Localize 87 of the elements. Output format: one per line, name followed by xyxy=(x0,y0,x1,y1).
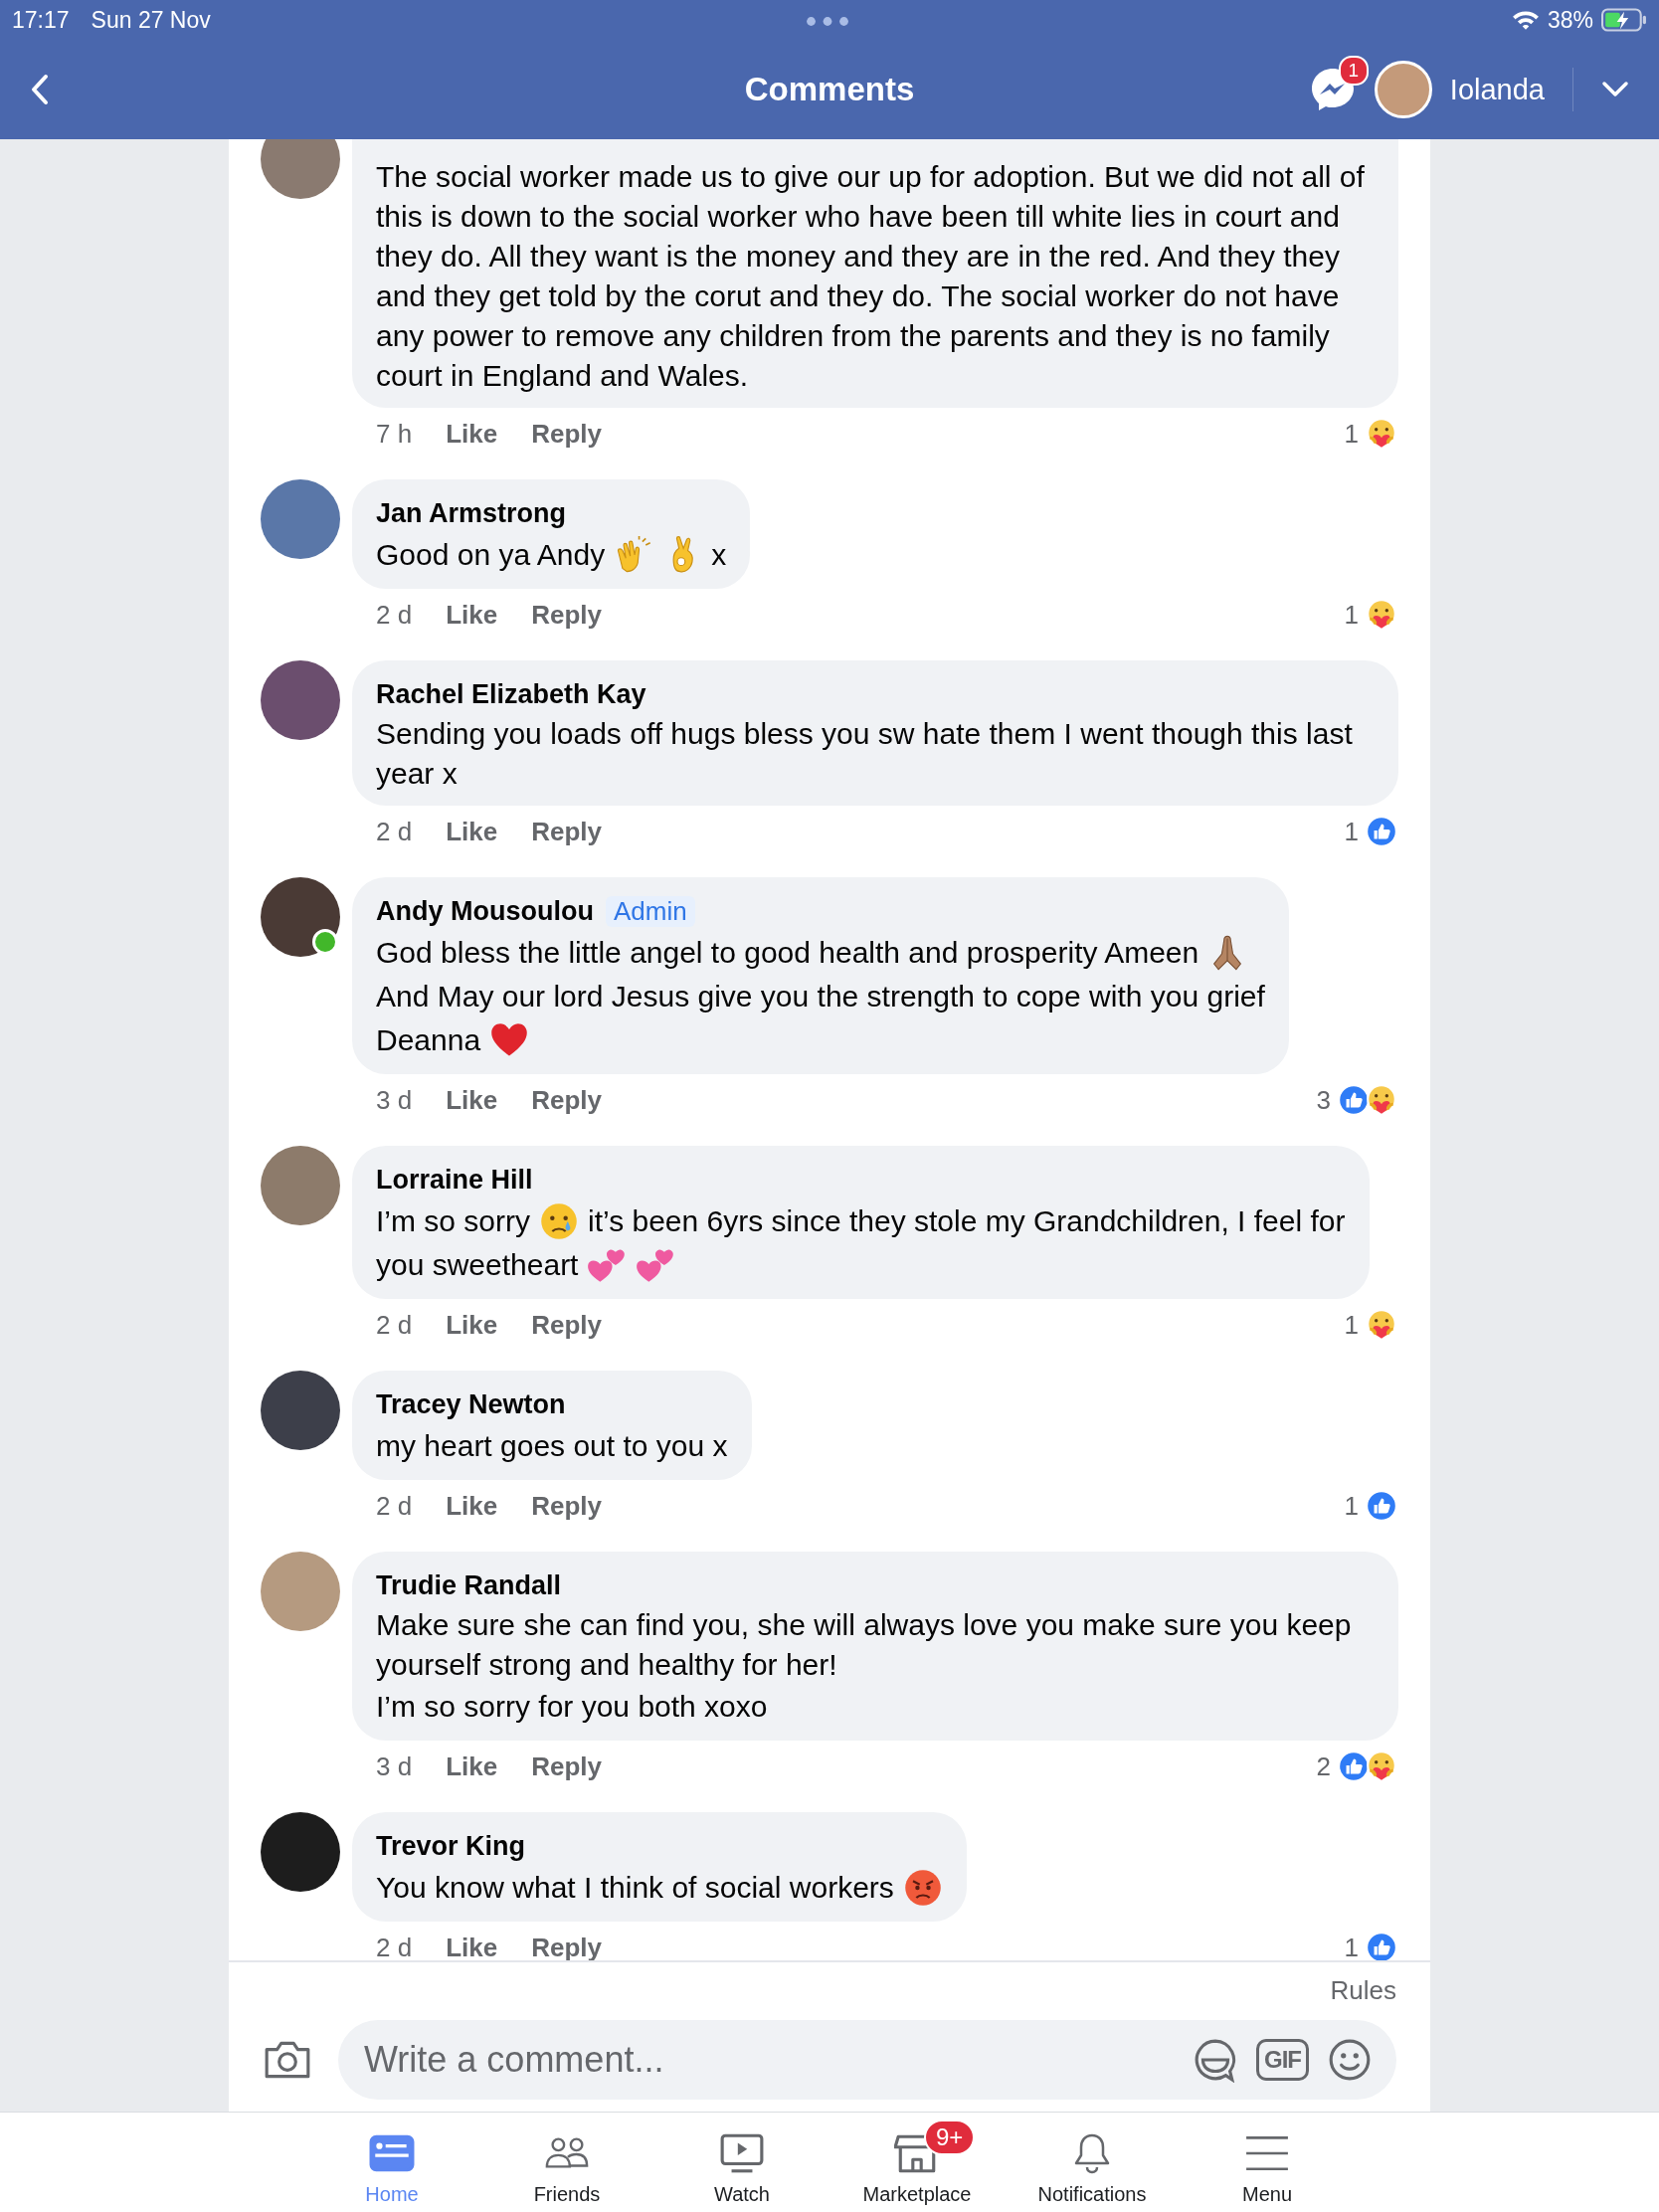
comment-time: 2 d xyxy=(376,1932,413,1960)
comment-time: 2 d xyxy=(376,816,413,847)
reply-link[interactable]: Reply xyxy=(531,418,602,450)
like-link[interactable]: Like xyxy=(446,816,498,847)
rules-link[interactable]: Rules xyxy=(1330,1975,1396,2006)
comment-text: my heart goes out to you x xyxy=(376,1428,728,1464)
comment-text: I’m so sorry for you both xoxo xyxy=(376,1689,768,1725)
reply-link[interactable]: Reply xyxy=(531,1084,602,1116)
comment-time: 7 h xyxy=(376,418,413,450)
comment-text: I’m so sorry xyxy=(376,1203,530,1239)
emoji-icon[interactable] xyxy=(1327,2037,1373,2083)
comment-text: x xyxy=(711,537,727,573)
author-name[interactable]: Trevor King xyxy=(376,1830,526,1862)
battery-charging-icon xyxy=(1601,8,1647,32)
user-avatar[interactable] xyxy=(1374,61,1432,118)
status-date: Sun 27 Nov xyxy=(91,6,211,34)
page-title: Comments xyxy=(744,71,915,108)
count-badge: 9+ xyxy=(924,2120,976,2155)
camera-icon[interactable] xyxy=(263,2039,312,2081)
comment-text: The social worker made us to give our up for adoption. But we did not all of this is down to the social worker who have been till white lies in court and they do. All they want is the money and they are in the red. And they they and they get told by the corut and they do. The social worker do not have any power to remove any children from the parents and they is no family court in England and Wales. xyxy=(376,159,1366,394)
comment-text: Good on ya Andy xyxy=(376,537,606,573)
video-play-icon xyxy=(719,2131,765,2175)
like-reaction-icon[interactable] xyxy=(1337,1083,1371,1117)
more-dots-icon[interactable] xyxy=(806,16,849,27)
author-name[interactable]: Trudie Randall xyxy=(376,1569,562,1601)
author-name[interactable]: Andy Mousoulou xyxy=(376,895,594,927)
tab-bar-item[interactable]: Notifications xyxy=(1005,2113,1180,2212)
tab-bar-item[interactable]: Watch xyxy=(654,2113,830,2212)
author-name[interactable]: Tracey Newton xyxy=(376,1388,566,1420)
reply-link[interactable]: Reply xyxy=(531,599,602,631)
reply-link[interactable]: Reply xyxy=(531,1932,602,1960)
comment-time: 2 d xyxy=(376,1309,413,1341)
like-link[interactable]: Like xyxy=(446,1084,498,1116)
battery-percentage: 38% xyxy=(1547,6,1593,34)
comment-input-field[interactable]: Write a comment... GIF xyxy=(338,2020,1396,2100)
notification-badge: 1 xyxy=(1338,56,1369,86)
comment-text: Make sure she can find you, she will always love you make sure you keep yourself strong and healthy for her! xyxy=(376,1607,1353,1683)
chevron-down-icon[interactable] xyxy=(1601,81,1629,98)
like-link[interactable]: Like xyxy=(446,418,498,450)
reaction-count[interactable]: 1 xyxy=(1344,1932,1359,1960)
angry-face-icon xyxy=(902,1868,943,1908)
reaction-count[interactable]: 1 xyxy=(1344,418,1359,450)
reaction-count[interactable]: 1 xyxy=(1344,599,1359,631)
reaction-count[interactable]: 1 xyxy=(1344,1309,1359,1341)
like-link[interactable]: Like xyxy=(446,1751,498,1782)
gif-button[interactable]: GIF xyxy=(1256,2039,1309,2081)
tab-bar-item[interactable]: Menu xyxy=(1180,2113,1355,2212)
comment-time: 3 d xyxy=(376,1084,413,1116)
sticker-icon[interactable] xyxy=(1193,2037,1238,2083)
reply-link[interactable]: Reply xyxy=(531,816,602,847)
admin-badge: Admin xyxy=(605,895,695,927)
comment-text: you sweetheart xyxy=(376,1247,579,1283)
comment-text: And May our lord Jesus give you the strength to cope with you grief xyxy=(376,979,1265,1014)
reply-link[interactable]: Reply xyxy=(531,1309,602,1341)
like-link[interactable]: Like xyxy=(446,1490,498,1522)
reaction-count[interactable]: 3 xyxy=(1316,1084,1331,1116)
author-name[interactable]: Rachel Elizabeth Kay xyxy=(376,678,646,710)
like-link[interactable]: Like xyxy=(446,1932,498,1960)
reaction-count[interactable]: 1 xyxy=(1344,1490,1359,1522)
like-reaction-icon[interactable] xyxy=(1365,1931,1398,1960)
comment-text: You know what I think of social workers xyxy=(376,1870,894,1906)
comment-time: 3 d xyxy=(376,1751,413,1782)
reply-link[interactable]: Reply xyxy=(531,1751,602,1782)
comment-text: God bless the little angel to good health and prosperity Ameen xyxy=(376,935,1199,971)
tab-bar-item[interactable]: Home xyxy=(304,2113,479,2212)
author-name[interactable]: Lorraine Hill xyxy=(376,1164,533,1196)
back-icon[interactable] xyxy=(30,74,50,105)
tab-bar-item[interactable]: Friends xyxy=(479,2113,654,2212)
like-link[interactable]: Like xyxy=(446,599,498,631)
wifi-icon xyxy=(1511,9,1540,31)
reaction-count[interactable]: 1 xyxy=(1344,816,1359,847)
comment-time: 2 d xyxy=(376,1490,413,1522)
crying-face-icon xyxy=(539,1201,579,1241)
comment-text: Deanna xyxy=(376,1022,481,1058)
status-time: 17:17 xyxy=(12,6,70,34)
author-name[interactable]: Jan Armstrong xyxy=(376,497,567,529)
like-reaction-icon[interactable] xyxy=(1337,1750,1371,1783)
comment-time: 2 d xyxy=(376,599,413,631)
tab-bar-item[interactable]: 9+ Marketplace xyxy=(830,2113,1005,2212)
reply-link[interactable]: Reply xyxy=(531,1490,602,1522)
like-reaction-icon[interactable] xyxy=(1365,1489,1398,1523)
reaction-count[interactable]: 2 xyxy=(1316,1751,1331,1782)
like-reaction-icon[interactable] xyxy=(1365,815,1398,848)
comment-text: Sending you loads off hugs bless you sw hate them I went though this last year x xyxy=(376,716,1354,792)
user-name[interactable]: Iolanda xyxy=(1449,73,1545,106)
like-link[interactable]: Like xyxy=(446,1309,498,1341)
comment-text: it’s been 6yrs since they stole my Grandchildren, I feel for xyxy=(588,1203,1346,1239)
